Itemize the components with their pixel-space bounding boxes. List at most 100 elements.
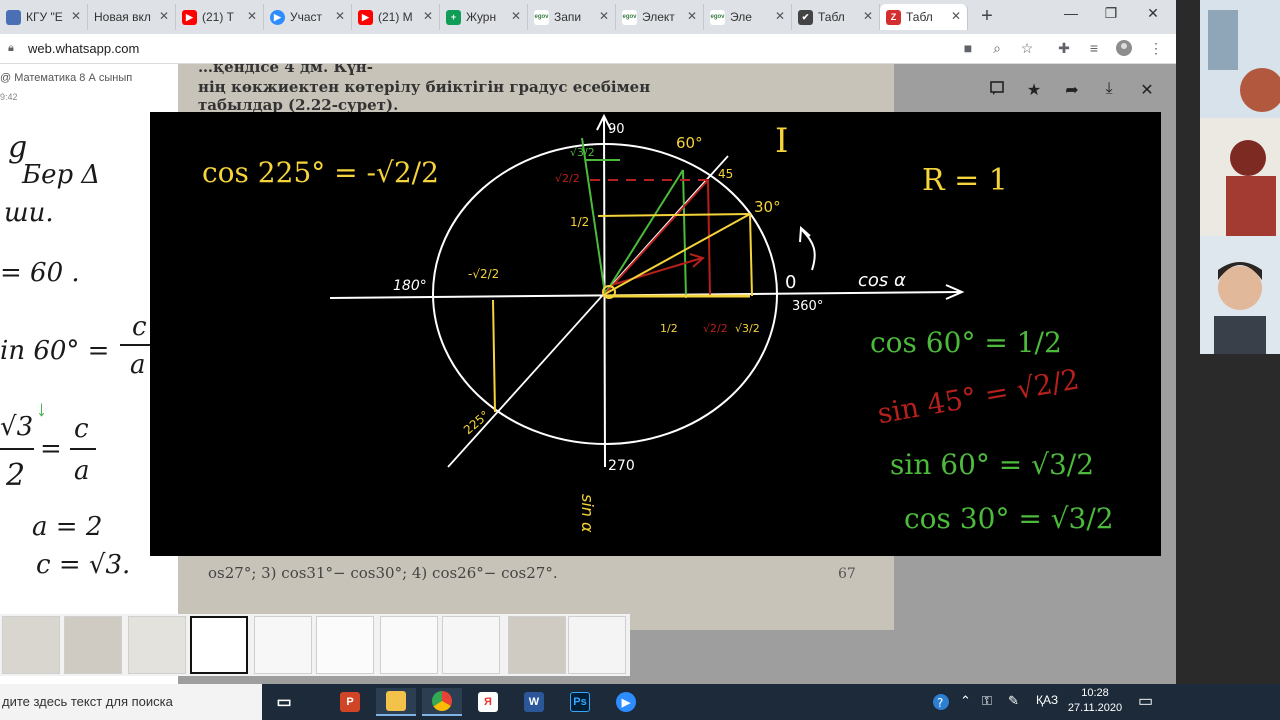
sin30-line xyxy=(597,213,751,217)
comment-icon[interactable] xyxy=(985,80,1009,101)
browser-tab[interactable]: + Журн ✕ xyxy=(440,4,528,30)
tab-title: (21) Т xyxy=(202,10,235,24)
notifications-icon[interactable]: ▭ xyxy=(1138,691,1153,711)
media-thumbnail[interactable] xyxy=(128,616,186,674)
handwritten-text: = 60 . xyxy=(0,258,80,288)
cos225-leg xyxy=(492,299,496,413)
deg-180-label: 180° xyxy=(393,278,427,294)
half-x-label: 1/2 xyxy=(660,322,678,335)
cos-axis-label: cos α xyxy=(858,270,906,291)
handwritten-text: = xyxy=(40,434,62,464)
zoom-magnifier-icon[interactable]: ⌕ xyxy=(987,40,1007,57)
egov-icon: egov xyxy=(710,9,725,25)
language-indicator[interactable]: ҚАЗ xyxy=(1036,693,1058,707)
cos60-equation: cos 60° = 1/2 xyxy=(870,326,1062,359)
browser-tab[interactable]: ▶ (21) М ✕ xyxy=(352,4,440,30)
quadrant-label: I xyxy=(775,121,788,161)
egov-icon: egov xyxy=(534,9,549,25)
taskbar-app[interactable]: Ps xyxy=(560,688,600,716)
system-clock[interactable]: 10:28 27.11.2020 xyxy=(1062,686,1128,716)
browser-tab-active[interactable]: Z Табл ✕ xyxy=(880,4,968,30)
powerpoint-icon: P xyxy=(340,692,360,712)
tab-title: Эле xyxy=(730,10,752,24)
media-viewer-toolbar: ★ ➦ ⤓ ✕ xyxy=(980,80,1170,104)
help-icon[interactable]: ? xyxy=(932,693,950,714)
close-tab-icon[interactable]: ✕ xyxy=(335,9,345,23)
media-thumbnail[interactable] xyxy=(254,616,312,674)
forward-icon[interactable]: ➦ xyxy=(1060,80,1084,100)
extensions-icon[interactable]: ✚ xyxy=(1054,40,1074,57)
close-tab-icon[interactable]: ✕ xyxy=(159,9,169,23)
network-icon[interactable]: ⚿ xyxy=(982,693,992,709)
browser-tab[interactable]: egov Эле ✕ xyxy=(704,4,792,30)
media-thumbnail[interactable] xyxy=(508,616,566,674)
camera-icon[interactable]: ■ xyxy=(958,40,978,56)
lock-icon[interactable]: 🔒︎ xyxy=(8,42,14,55)
browser-tab[interactable]: Новая вкл ✕ xyxy=(88,4,176,30)
task-view-button[interactable]: ▭ xyxy=(264,688,304,716)
media-queue-icon[interactable]: ≡ xyxy=(1084,40,1104,56)
check-icon: ✔ xyxy=(798,9,813,25)
taskbar-app[interactable] xyxy=(376,688,416,716)
maximize-button[interactable]: ❐ xyxy=(1096,5,1126,22)
browser-menu-icon[interactable]: ⋮ xyxy=(1146,40,1166,57)
browser-tab[interactable]: ▶ Участ ✕ xyxy=(264,4,352,30)
handwritten-text: a xyxy=(74,456,90,486)
clock-time: 10:28 xyxy=(1081,687,1109,699)
bookmark-star-icon[interactable]: ☆ xyxy=(1017,40,1037,57)
deg-30-label: 30° xyxy=(754,198,781,216)
browser-tab[interactable]: ✔ Табл ✕ xyxy=(792,4,880,30)
media-thumbnail[interactable] xyxy=(2,616,60,674)
media-thumbnail[interactable] xyxy=(442,616,500,674)
close-tab-icon[interactable]: ✕ xyxy=(951,9,961,23)
tab-title: Участ xyxy=(290,10,323,24)
participant-video[interactable] xyxy=(1200,118,1280,236)
media-thumbnail[interactable] xyxy=(316,616,374,674)
yandex-icon: Я xyxy=(478,692,498,712)
z-icon: Z xyxy=(886,9,901,25)
browser-tab[interactable]: ▶ (21) Т ✕ xyxy=(176,4,264,30)
cos30-leg xyxy=(749,213,753,297)
photoshop-icon: Ps xyxy=(570,692,590,712)
taskbar-app[interactable]: W xyxy=(514,688,554,716)
download-icon[interactable]: ⤓ xyxy=(1097,80,1121,98)
media-thumbnail[interactable] xyxy=(568,616,626,674)
close-tab-icon[interactable]: ✕ xyxy=(687,9,697,23)
tab-title: Табл xyxy=(818,10,845,24)
participant-video[interactable] xyxy=(1200,0,1280,118)
file-explorer-icon xyxy=(386,691,406,711)
close-icon[interactable]: ✕ xyxy=(1135,80,1159,100)
deg-0-label: 0 xyxy=(785,272,796,293)
taskbar-app[interactable] xyxy=(422,688,462,716)
browser-tab[interactable]: egov Запи ✕ xyxy=(528,4,616,30)
close-tab-icon[interactable]: ✕ xyxy=(511,9,521,23)
media-thumbnail-selected[interactable] xyxy=(190,616,248,674)
close-tab-icon[interactable]: ✕ xyxy=(423,9,433,23)
browser-tab[interactable]: egov Элект ✕ xyxy=(616,4,704,30)
taskbar-app[interactable]: P xyxy=(330,688,370,716)
close-tab-icon[interactable]: ✕ xyxy=(599,9,609,23)
unit-circle-drawing: 90 180° 270 360° 0 60° 45 30° 225° I cos… xyxy=(150,112,1161,556)
url-field[interactable]: web.whatsapp.com xyxy=(28,41,139,56)
profile-avatar[interactable] xyxy=(1114,39,1134,60)
star-icon[interactable]: ★ xyxy=(1022,80,1046,100)
taskbar-search-box[interactable]: дите здесь текст для поиска xyxy=(0,684,262,720)
close-window-button[interactable]: ✕ xyxy=(1138,5,1168,22)
taskbar-app[interactable]: ▶ xyxy=(606,688,646,716)
close-tab-icon[interactable]: ✕ xyxy=(863,9,873,23)
media-thumbnail[interactable] xyxy=(380,616,438,674)
close-tab-icon[interactable]: ✕ xyxy=(247,9,257,23)
chevron-up-icon[interactable]: ⌃ xyxy=(960,693,971,709)
close-tab-icon[interactable]: ✕ xyxy=(775,9,785,23)
tab-strip: КГУ "Е ✕ Новая вкл ✕ ▶ (21) Т ✕ ▶ Участ … xyxy=(0,0,1176,34)
close-tab-icon[interactable]: ✕ xyxy=(71,9,81,23)
new-tab-button[interactable]: + xyxy=(976,5,998,28)
taskbar-app[interactable]: Я xyxy=(468,688,508,716)
pen-icon[interactable]: ✎ xyxy=(1008,693,1019,709)
media-thumbnail[interactable] xyxy=(64,616,122,674)
tab-title: (21) М xyxy=(378,10,413,24)
minimize-button[interactable]: — xyxy=(1056,5,1086,21)
deg-270-label: 270 xyxy=(608,458,635,474)
browser-tab[interactable]: КГУ "Е ✕ xyxy=(0,4,88,30)
participant-video[interactable] xyxy=(1200,236,1280,354)
